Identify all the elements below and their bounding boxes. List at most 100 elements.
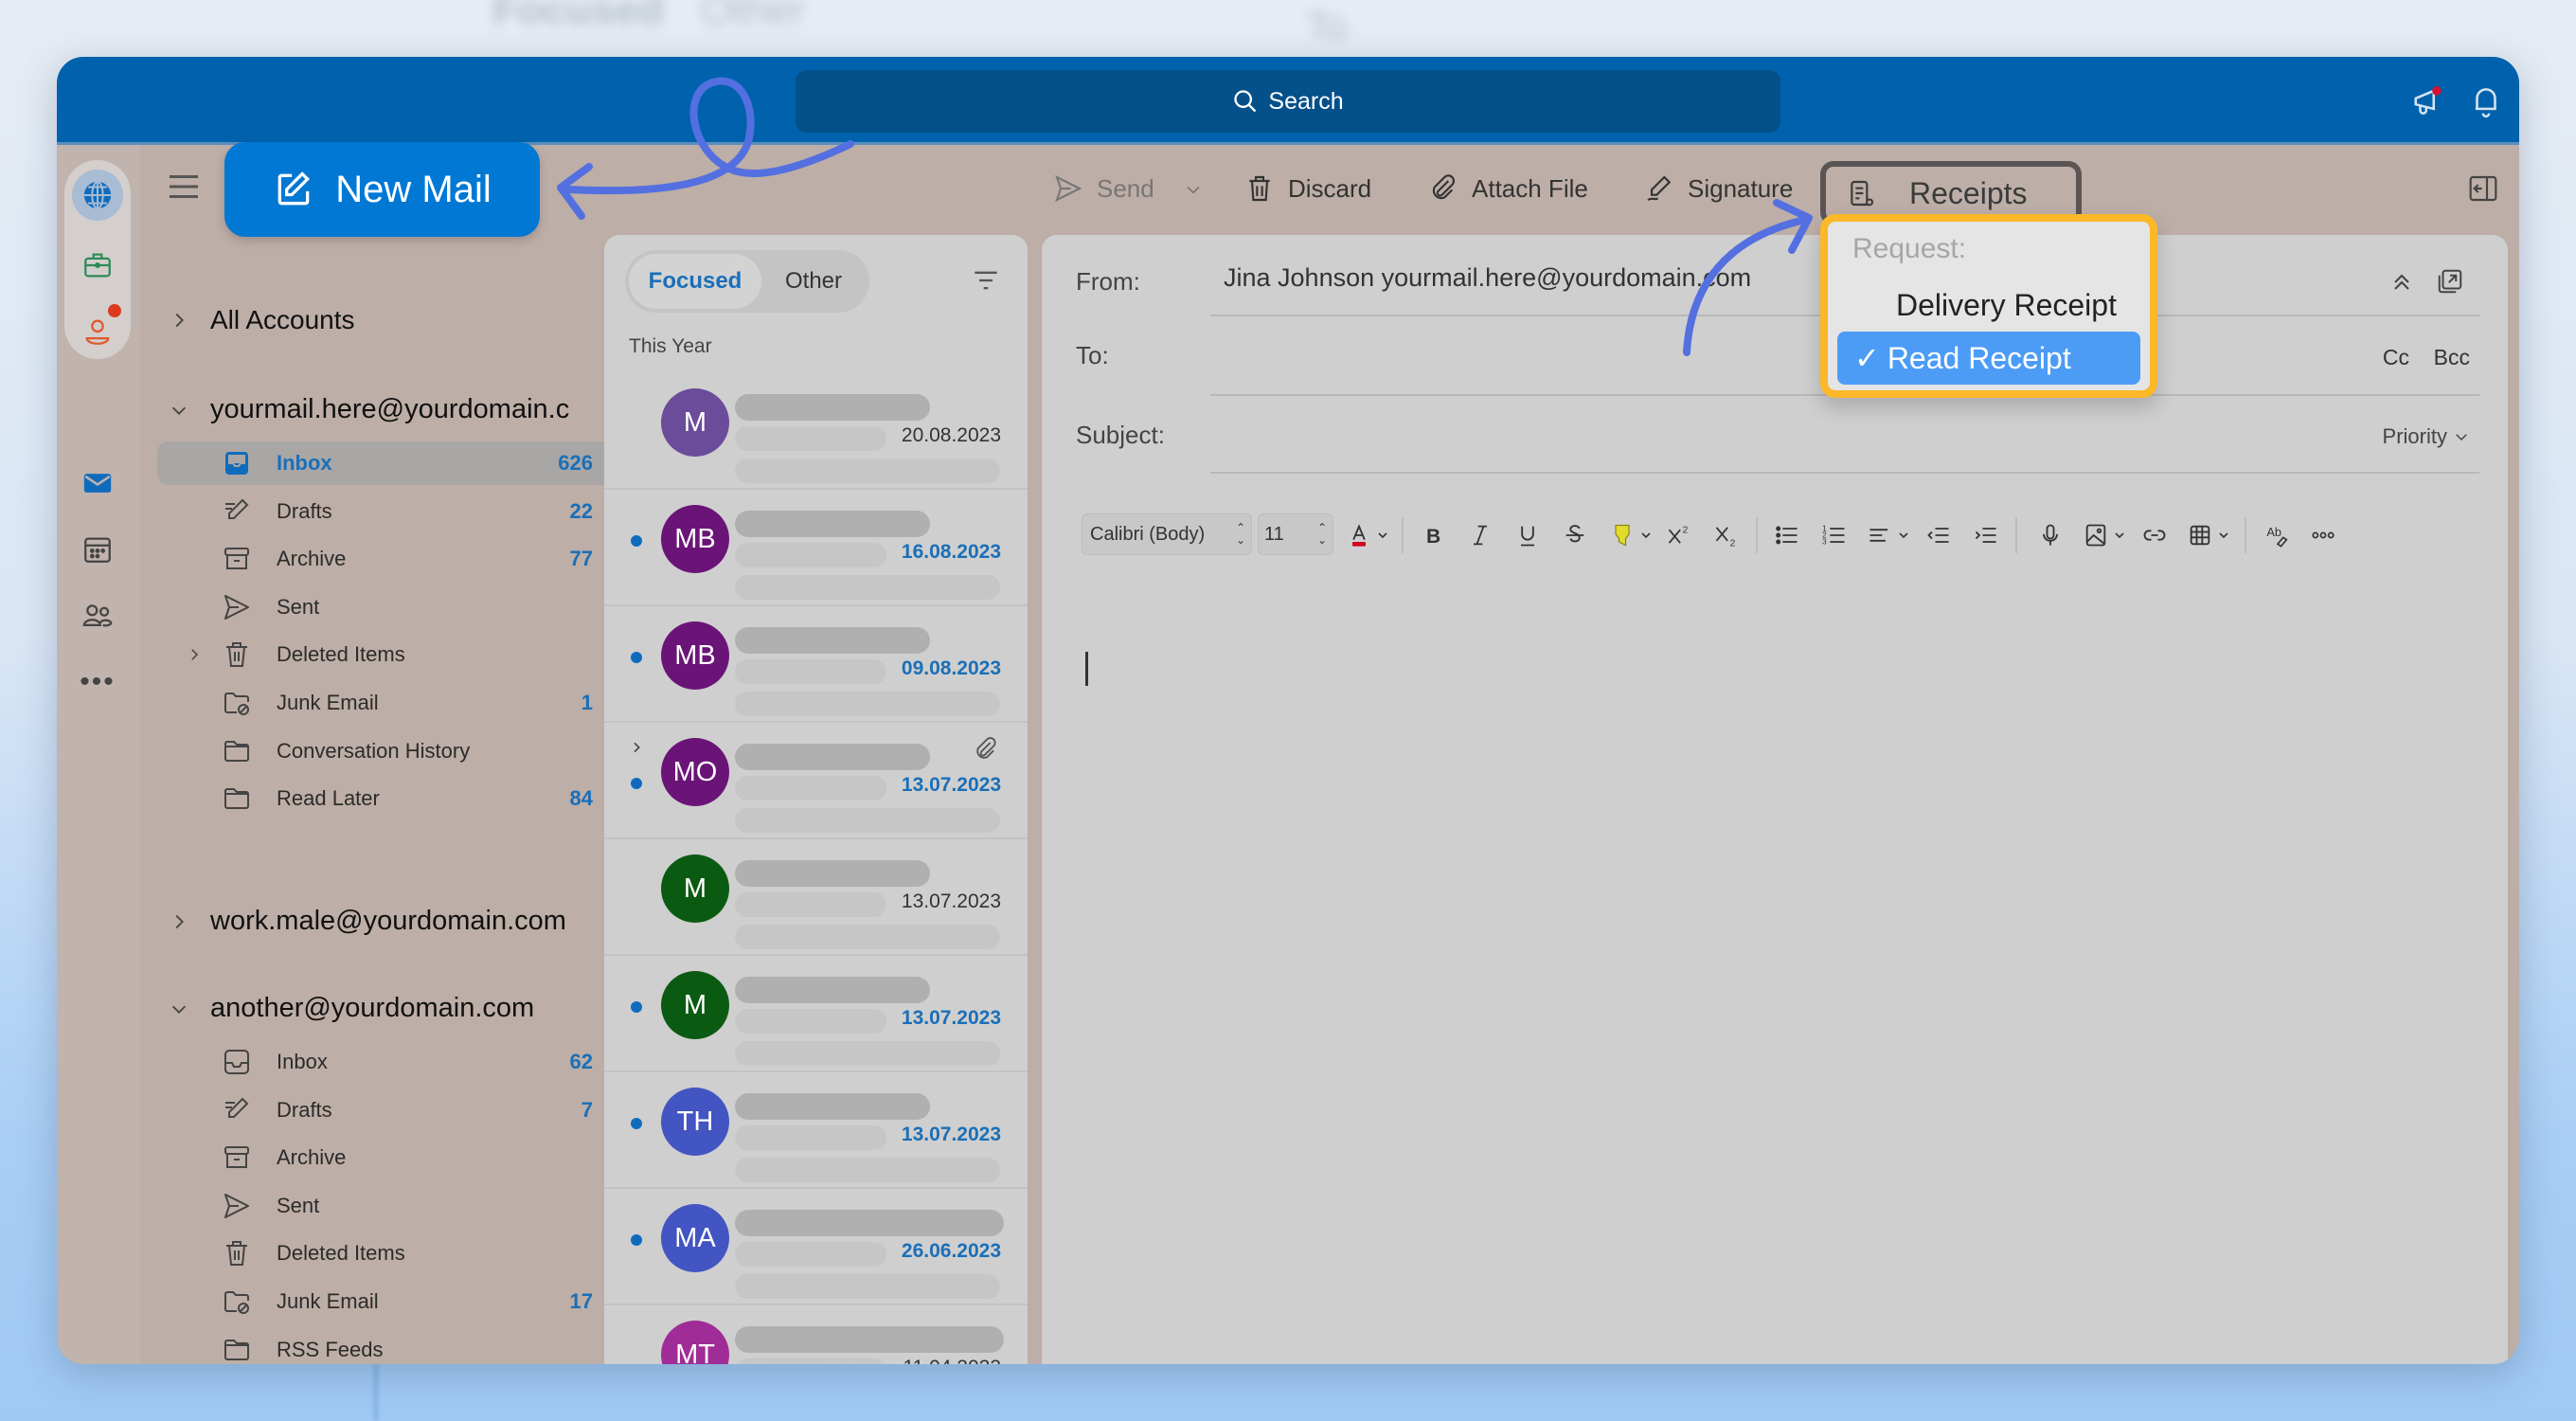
pop-out-icon[interactable] xyxy=(2436,267,2464,296)
collapse-header-icon[interactable] xyxy=(2388,269,2415,296)
folder-item-read-later[interactable]: Read Later 84 xyxy=(157,777,612,820)
junk-folder-icon xyxy=(224,1291,249,1314)
insert-link-button[interactable] xyxy=(2138,519,2171,551)
superscript-button[interactable]: 2 xyxy=(1663,519,1695,551)
preview-placeholder xyxy=(735,1041,1000,1066)
picture-dropdown[interactable] xyxy=(2110,519,2129,551)
insert-table-button[interactable] xyxy=(2184,519,2216,551)
send-button[interactable]: Send xyxy=(1053,165,1154,212)
numbering-button[interactable]: 123 xyxy=(1818,519,1851,551)
tab-other[interactable]: Other xyxy=(761,254,866,309)
folder-item-rss-feeds[interactable]: RSS Feeds xyxy=(157,1328,612,1364)
sender-placeholder xyxy=(735,1210,1004,1236)
all-accounts[interactable]: All Accounts xyxy=(169,305,355,335)
message-item[interactable]: TH 13.07.2023 xyxy=(604,1072,1028,1189)
megaphone-icon[interactable] xyxy=(2411,83,2447,119)
bullets-button[interactable] xyxy=(1771,519,1803,551)
align-button[interactable] xyxy=(1864,519,1896,551)
message-body-editor[interactable] xyxy=(1070,633,2479,1345)
rail-item-calendar[interactable] xyxy=(72,524,123,575)
folder-item-deleted-items[interactable]: Deleted Items xyxy=(157,1232,612,1275)
globe-icon xyxy=(83,180,112,210)
receipts-label: Receipts xyxy=(1909,175,2028,210)
folder-item-deleted-items[interactable]: Deleted Items xyxy=(157,633,612,676)
person-icon xyxy=(85,319,110,345)
increase-indent-button[interactable] xyxy=(1970,519,2002,551)
folder-item-inbox[interactable]: Inbox 62 xyxy=(157,1040,612,1084)
folder-item-junk-email[interactable]: Junk Email 17 xyxy=(157,1280,612,1323)
cc-button[interactable]: Cc xyxy=(2383,345,2409,370)
briefcase-icon xyxy=(84,253,111,278)
strikethrough-button[interactable] xyxy=(1559,519,1591,551)
discard-button[interactable]: Discard xyxy=(1244,165,1371,212)
folder-item-archive[interactable]: Archive xyxy=(157,1136,612,1179)
toggle-reading-pane-icon[interactable] xyxy=(2468,174,2498,203)
message-item[interactable]: M 13.07.2023 xyxy=(604,839,1028,956)
font-color-button[interactable] xyxy=(1343,519,1375,551)
menu-item-delivery-receipt[interactable]: Delivery Receipt xyxy=(1837,279,2140,332)
rail-item-people[interactable] xyxy=(72,590,123,641)
rail-item-globe[interactable] xyxy=(72,170,123,221)
rail-item-work[interactable] xyxy=(72,240,123,291)
account-yourmail[interactable]: yourmail.here@yourdomain.c xyxy=(169,394,569,425)
send-options-chevron-icon[interactable] xyxy=(1184,180,1203,199)
folder-item-archive[interactable]: Archive 77 xyxy=(157,537,612,581)
expand-thread-icon[interactable] xyxy=(629,740,644,755)
folder-item-conversation-history[interactable]: Conversation History xyxy=(157,729,612,773)
priority-dropdown[interactable]: Priority xyxy=(2383,424,2470,449)
from-field[interactable]: Jina Johnson yourmail.here@yourdomain.co… xyxy=(1224,263,1751,293)
highlight-dropdown[interactable] xyxy=(1637,519,1655,551)
signature-button[interactable]: Signature xyxy=(1644,165,1793,212)
more-options-button[interactable] xyxy=(2307,519,2339,551)
message-item[interactable]: MA 26.06.2023 xyxy=(604,1189,1028,1305)
editor-button[interactable]: Ab xyxy=(2262,519,2294,551)
font-color-dropdown[interactable] xyxy=(1373,519,1392,551)
insert-picture-button[interactable] xyxy=(2080,519,2112,551)
align-dropdown[interactable] xyxy=(1894,519,1913,551)
folder-item-drafts[interactable]: Drafts 7 xyxy=(157,1088,612,1132)
bcc-button[interactable]: Bcc xyxy=(2434,345,2470,370)
more-apps-icon[interactable]: ••• xyxy=(72,657,123,708)
font-size-select[interactable]: 11 ⌃ ⌄ xyxy=(1258,513,1333,555)
underline-button[interactable] xyxy=(1512,519,1544,551)
folder-item-sent[interactable]: Sent xyxy=(157,585,612,629)
message-date: 13.07.2023 xyxy=(901,1124,1001,1145)
subject-field[interactable] xyxy=(1210,409,2328,466)
read-receipt-label: Read Receipt xyxy=(1887,340,2071,375)
table-dropdown[interactable] xyxy=(2214,519,2233,551)
to-field[interactable] xyxy=(1210,330,2328,387)
menu-item-read-receipt[interactable]: ✓ Read Receipt xyxy=(1837,332,2140,385)
dictate-button[interactable] xyxy=(2034,519,2066,551)
hamburger-menu-icon[interactable] xyxy=(167,172,201,201)
sender-avatar: M xyxy=(661,854,729,923)
sender-placeholder xyxy=(735,627,930,654)
more-options-icon xyxy=(2312,531,2334,539)
tab-focused[interactable]: Focused xyxy=(629,254,761,309)
bell-icon[interactable] xyxy=(2468,83,2504,119)
message-item[interactable]: M 13.07.2023 xyxy=(604,956,1028,1072)
subscript-button[interactable]: 2 xyxy=(1710,519,1743,551)
search-box[interactable]: Search xyxy=(796,70,1780,133)
message-item[interactable]: MB 09.08.2023 xyxy=(604,606,1028,723)
highlight-button[interactable] xyxy=(1606,519,1638,551)
font-family-select[interactable]: Calibri (Body) ⌃ ⌄ xyxy=(1082,513,1252,555)
background-divider xyxy=(374,1364,378,1421)
chevron-right-icon[interactable] xyxy=(186,646,203,663)
italic-button[interactable] xyxy=(1464,519,1496,551)
decrease-indent-button[interactable] xyxy=(1923,519,1955,551)
receipt-icon xyxy=(1851,180,1873,207)
bold-button[interactable]: B xyxy=(1417,519,1449,551)
message-item[interactable]: MB 16.08.2023 xyxy=(604,490,1028,606)
rail-item-mail[interactable] xyxy=(72,458,123,509)
folder-item-junk-email[interactable]: Junk Email 1 xyxy=(157,681,612,725)
account-work[interactable]: work.male@yourdomain.com xyxy=(169,906,566,937)
message-item[interactable]: MT 11.04.2023 xyxy=(604,1305,1028,1364)
attach-file-button[interactable]: Attach File xyxy=(1428,165,1588,212)
account-another[interactable]: another@yourdomain.com xyxy=(169,993,534,1024)
filter-icon[interactable] xyxy=(973,269,999,292)
folder-item-drafts[interactable]: Drafts 22 xyxy=(157,490,612,533)
message-item[interactable]: MO 13.07.2023 xyxy=(604,723,1028,839)
folder-item-sent[interactable]: Sent xyxy=(157,1184,612,1228)
folder-item-inbox[interactable]: Inbox 626 xyxy=(157,441,612,485)
message-item[interactable]: M 20.08.2023 xyxy=(604,373,1028,490)
